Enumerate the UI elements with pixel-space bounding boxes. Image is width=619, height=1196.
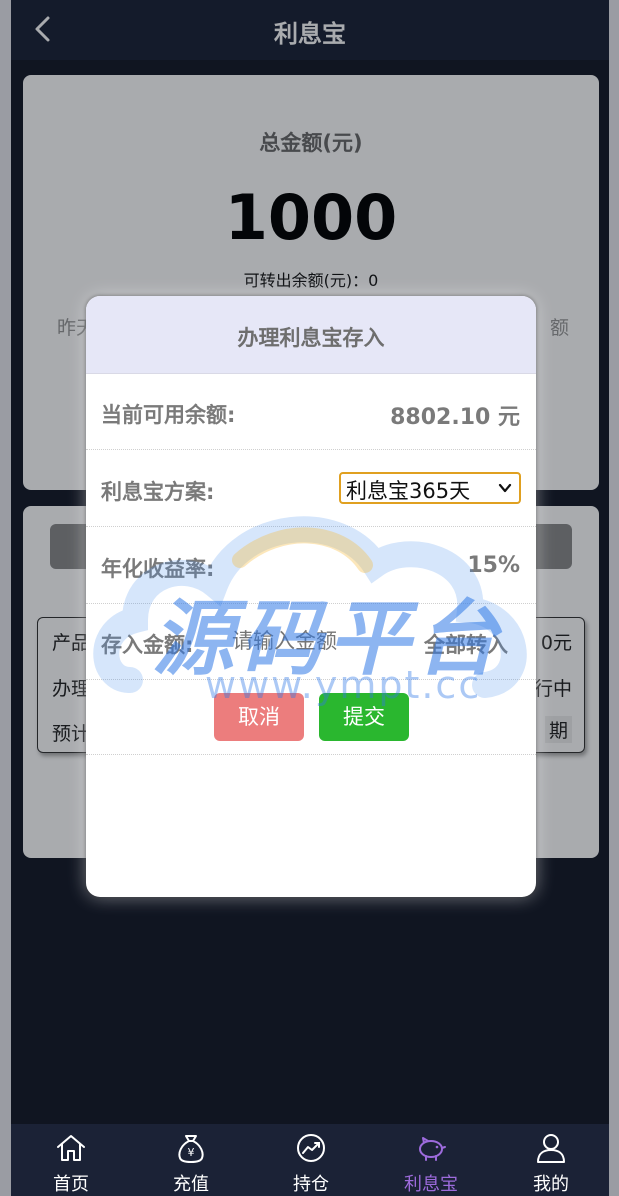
plan-label: 利息宝方案: bbox=[101, 480, 215, 504]
balance-value: 8802.10 元 bbox=[390, 405, 520, 430]
modal-title: 办理利息宝存入 bbox=[237, 326, 385, 350]
trend-chart-icon bbox=[297, 1134, 325, 1162]
tab-home-label: 首页 bbox=[53, 1174, 89, 1195]
tab-interest[interactable]: 利息宝 bbox=[371, 1124, 491, 1196]
plan-row: 利息宝方案: 利息宝365天 bbox=[86, 450, 536, 527]
tab-home[interactable]: 首页 bbox=[11, 1124, 131, 1196]
svg-text:¥: ¥ bbox=[188, 1146, 195, 1159]
bottom-tabbar: 首页 ¥ 充值 持仓 利息宝 我的 bbox=[11, 1124, 609, 1196]
rate-label: 年化收益率: bbox=[101, 557, 215, 581]
amount-input[interactable] bbox=[232, 629, 392, 653]
plan-select[interactable]: 利息宝365天 bbox=[339, 472, 521, 504]
tab-recharge[interactable]: ¥ 充值 bbox=[131, 1124, 251, 1196]
modal-header: 办理利息宝存入 bbox=[86, 296, 536, 374]
cancel-button[interactable]: 取消 bbox=[214, 693, 304, 741]
rate-row: 年化收益率: 15% bbox=[86, 527, 536, 604]
amount-label: 存入金额: bbox=[101, 633, 194, 657]
amount-row: 存入金额: 全部转入 bbox=[86, 603, 536, 680]
balance-row: 当前可用余额: 8802.10 元 bbox=[86, 373, 536, 450]
money-bag-icon: ¥ bbox=[178, 1135, 204, 1163]
submit-button[interactable]: 提交 bbox=[319, 693, 409, 741]
deposit-modal: 办理利息宝存入 当前可用余额: 8802.10 元 利息宝方案: 利息宝365天… bbox=[86, 296, 536, 897]
transfer-all-button[interactable]: 全部转入 bbox=[424, 629, 508, 659]
tab-positions[interactable]: 持仓 bbox=[251, 1124, 371, 1196]
balance-label: 当前可用余额: bbox=[101, 403, 236, 427]
user-icon bbox=[537, 1134, 565, 1163]
plan-selected-value: 利息宝365天 bbox=[346, 479, 471, 503]
tab-recharge-label: 充值 bbox=[173, 1174, 209, 1195]
modal-divider bbox=[86, 754, 536, 755]
chevron-down-icon bbox=[498, 483, 512, 493]
tab-mine[interactable]: 我的 bbox=[491, 1124, 611, 1196]
tab-interest-label: 利息宝 bbox=[404, 1174, 458, 1195]
rate-value: 15% bbox=[467, 553, 520, 578]
piggy-bank-icon bbox=[419, 1137, 446, 1161]
tab-positions-label: 持仓 bbox=[293, 1174, 329, 1195]
home-icon bbox=[57, 1135, 85, 1161]
tab-mine-label: 我的 bbox=[533, 1174, 569, 1195]
